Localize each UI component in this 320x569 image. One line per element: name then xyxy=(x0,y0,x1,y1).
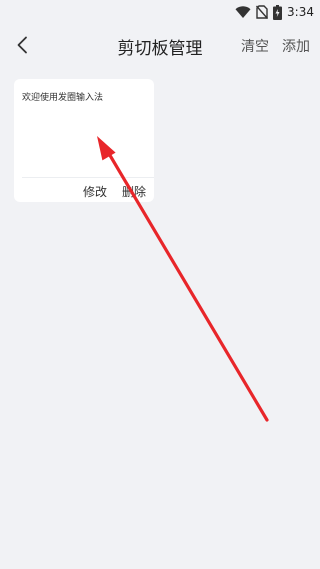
delete-button[interactable]: 删除 xyxy=(122,183,146,200)
clipboard-card[interactable]: 欢迎使用发圈输入法 修改 删除 xyxy=(14,79,154,202)
clear-button[interactable]: 清空 xyxy=(241,36,269,56)
no-sim-icon xyxy=(256,5,269,19)
back-button[interactable] xyxy=(10,33,34,57)
card-divider xyxy=(22,177,154,178)
add-button[interactable]: 添加 xyxy=(282,36,310,56)
edit-button[interactable]: 修改 xyxy=(83,183,107,200)
header-bar: 剪切板管理 清空 添加 xyxy=(0,24,320,66)
status-time: 3:34 xyxy=(287,5,314,19)
status-icons: 3:34 xyxy=(235,3,314,21)
wifi-icon xyxy=(235,5,251,18)
battery-charging-icon xyxy=(273,4,283,20)
clipboard-text: 欢迎使用发圈输入法 xyxy=(22,93,104,103)
status-bar: 3:34 xyxy=(0,0,320,24)
chevron-left-icon xyxy=(17,36,27,54)
page-title: 剪切板管理 xyxy=(117,39,203,59)
